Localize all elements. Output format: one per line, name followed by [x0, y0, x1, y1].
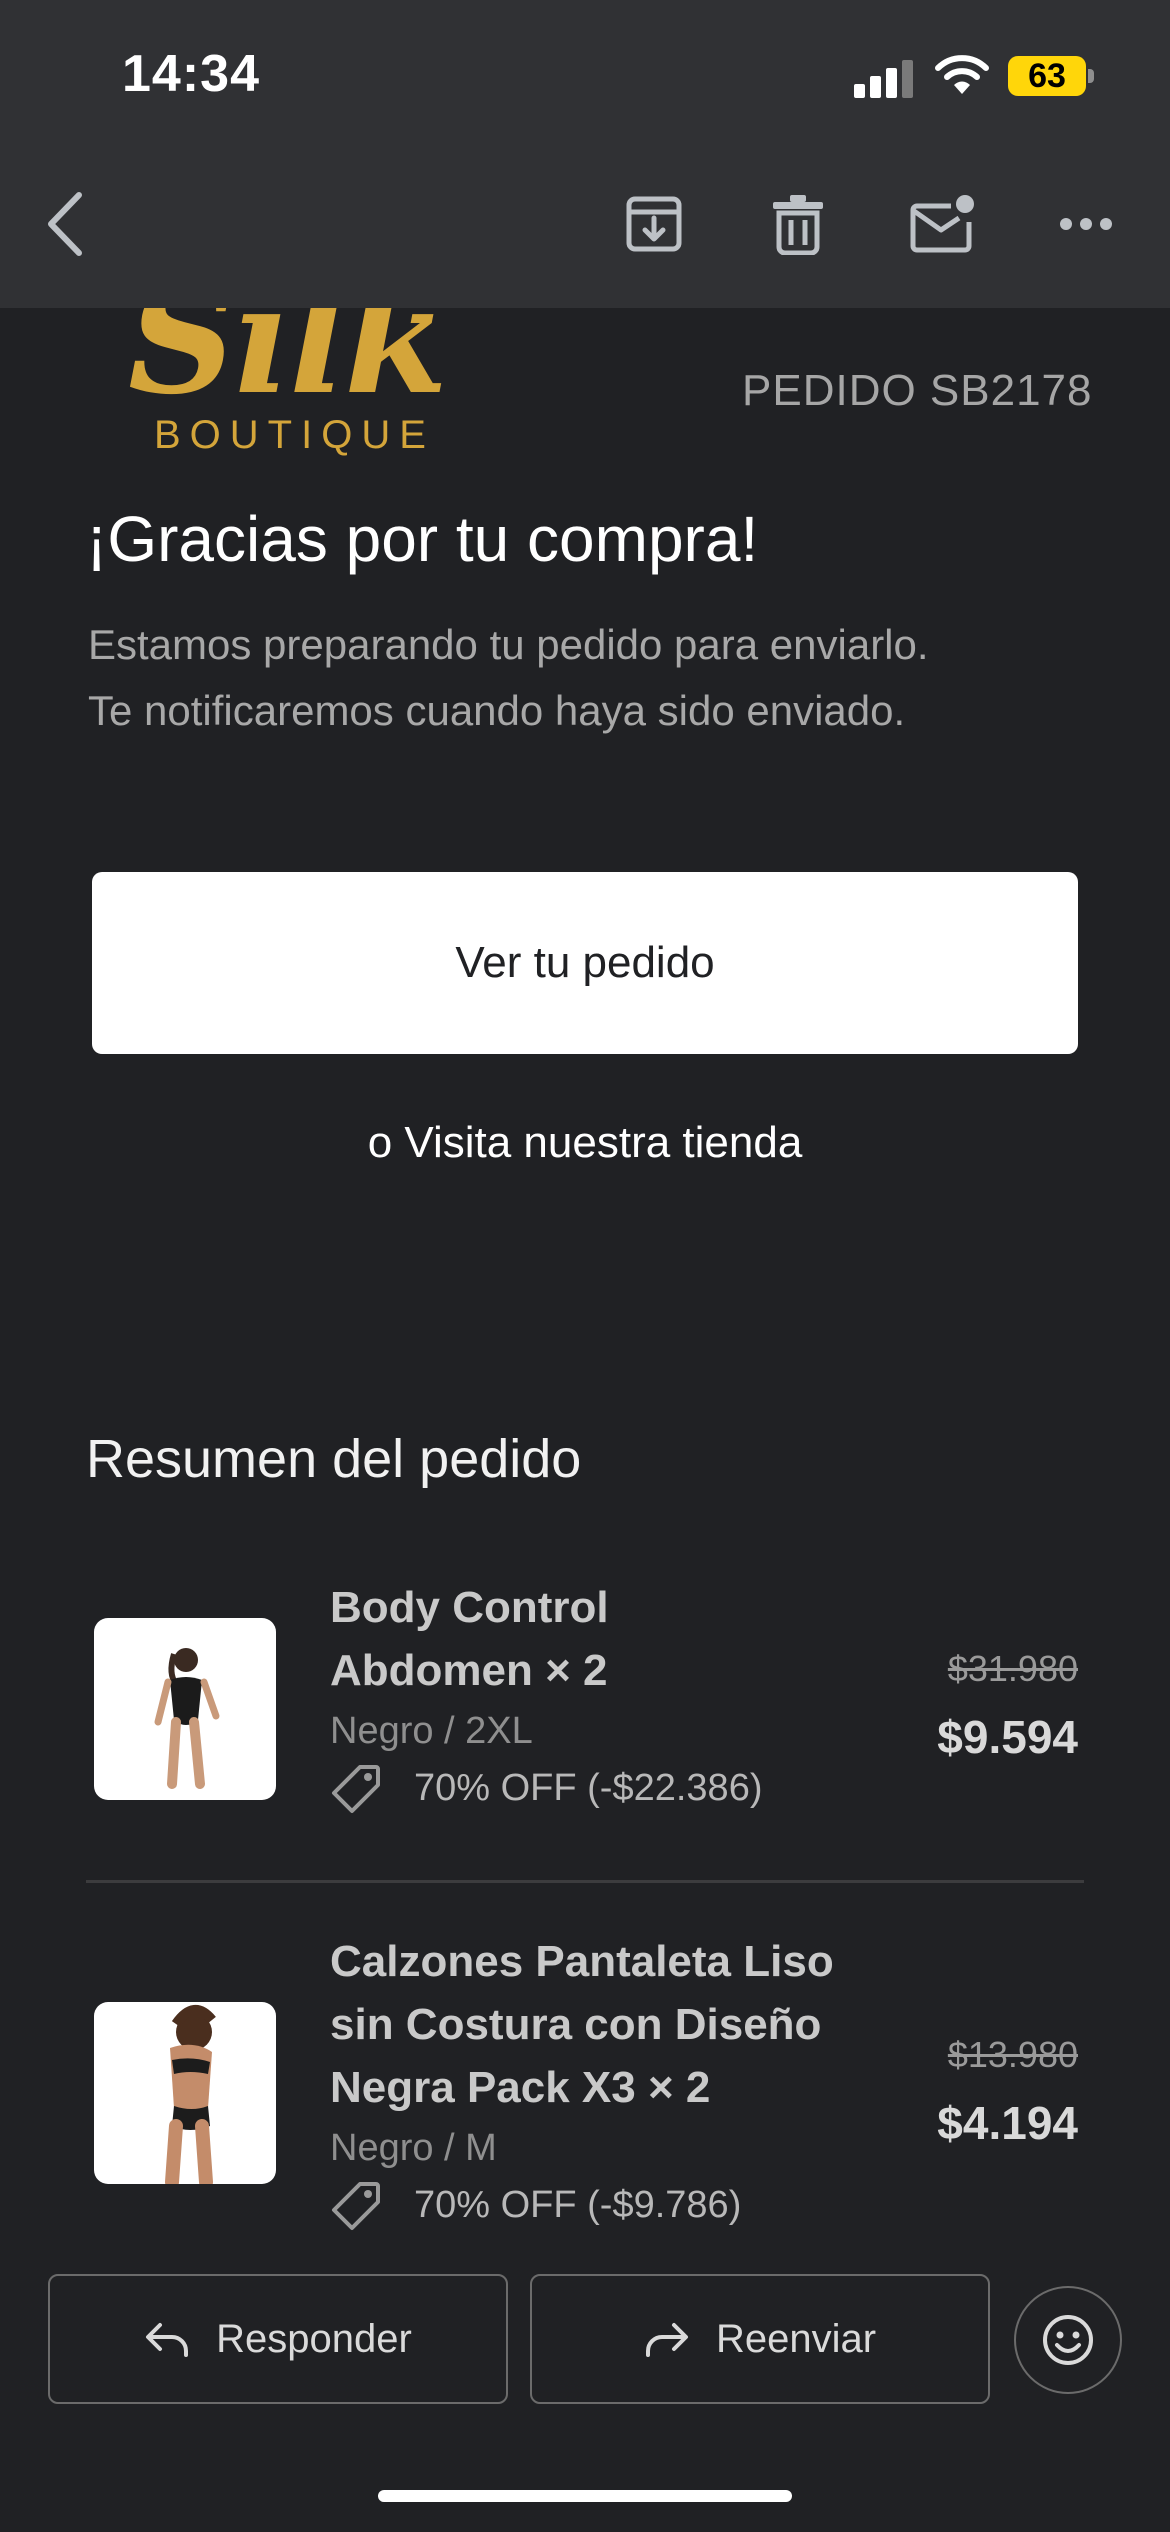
item-name-line-2: sin Costura con Diseño — [330, 2000, 822, 2049]
order-item-2[interactable]: Calzones Pantaleta Liso sin Costura con … — [330, 1930, 890, 2232]
reply-icon — [146, 2323, 189, 2357]
reply-label: Responder — [216, 2316, 412, 2361]
mark-unread-icon[interactable] — [902, 184, 982, 264]
order-message: Estamos preparando tu pedido para enviar… — [88, 612, 1088, 744]
forward-button[interactable]: Reenviar — [530, 2274, 990, 2404]
tag-icon — [332, 1765, 380, 1813]
item-divider — [86, 1880, 1084, 1883]
item-name-line-2: Abdomen × 2 — [330, 1646, 608, 1695]
order-item-1[interactable]: Body Control Abdomen × 2 Negro / 2XL 70%… — [330, 1576, 890, 1815]
tag-icon — [332, 2182, 380, 2230]
archive-icon[interactable] — [614, 184, 694, 264]
item-variant: Negro / M — [330, 2127, 497, 2169]
back-icon[interactable] — [26, 184, 106, 264]
home-indicator[interactable] — [378, 2490, 792, 2502]
order-message-line-1: Estamos preparando tu pedido para enviar… — [88, 621, 929, 668]
item-name-line-1: Calzones Pantaleta Liso — [330, 1937, 834, 1986]
item-discount: 70% OFF (-$9.786) — [330, 2178, 890, 2232]
wifi-icon — [934, 52, 990, 96]
product-image-body-control[interactable] — [94, 1618, 276, 1800]
emoji-reaction-button[interactable] — [1014, 2286, 1122, 2394]
battery-cap — [1088, 69, 1094, 83]
visit-store-link[interactable]: Visita nuestra tienda — [404, 1118, 802, 1167]
smiley-icon — [1043, 2315, 1093, 2365]
item-price-final: $9.594 — [937, 1711, 1078, 1763]
svg-text:BOUTIQUE: BOUTIQUE — [154, 413, 435, 457]
item-price-final: $4.194 — [937, 2097, 1078, 2149]
battery-level: 63 — [1008, 56, 1086, 96]
more-icon[interactable] — [1046, 184, 1126, 264]
item-name-line-1: Body Control — [330, 1583, 609, 1632]
forward-label: Reenviar — [715, 2316, 877, 2361]
reply-button[interactable]: Responder — [48, 2274, 508, 2404]
visit-prefix: o — [367, 1118, 393, 1167]
item-discount: 70% OFF (-$22.386) — [330, 1761, 890, 1815]
thank-you-heading: ¡Gracias por tu compra! — [86, 503, 759, 575]
order-number: PEDIDO SB2178 — [742, 366, 1093, 415]
order-summary-title: Resumen del pedido — [86, 1429, 582, 1489]
top-toolbar: 14:34 63 — [0, 0, 1170, 308]
cellular-signal-icon — [854, 58, 914, 98]
item-price-original: $31.980 — [947, 1648, 1078, 1689]
item-variant: Negro / 2XL — [330, 1710, 533, 1752]
item-price-original: $13.980 — [947, 2034, 1078, 2075]
view-order-button[interactable]: Ver tu pedido — [92, 872, 1078, 1054]
item-discount-text: 70% OFF (-$22.386) — [414, 1766, 763, 1809]
trash-icon[interactable] — [758, 184, 838, 264]
item-name-line-3: Negra Pack X3 × 2 — [330, 2063, 711, 2112]
status-time: 14:34 — [122, 45, 260, 103]
forward-icon — [645, 2323, 688, 2357]
item-discount-text: 70% OFF (-$9.786) — [414, 2183, 742, 2226]
order-message-line-2: Te notificaremos cuando haya sido enviad… — [88, 687, 906, 734]
product-image-calzones[interactable] — [94, 2002, 276, 2184]
visit-store-line: o Visita nuestra tienda — [0, 1118, 1170, 1168]
